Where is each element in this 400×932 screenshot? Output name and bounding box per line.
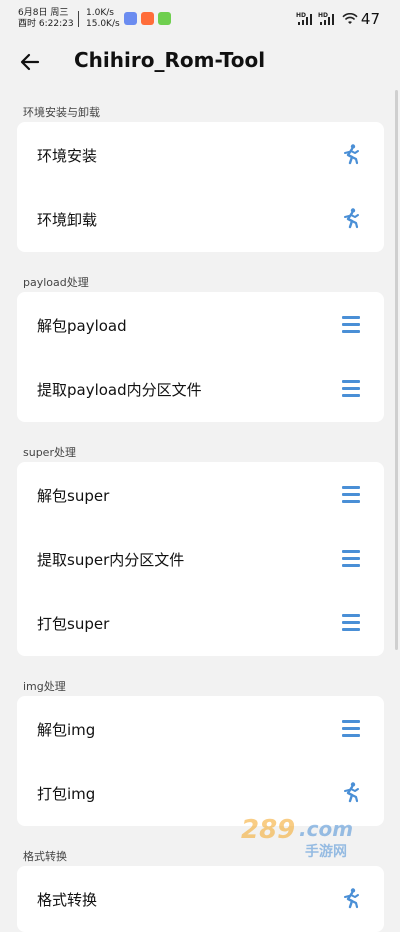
status-datetime: 6月8日 周三 酉时 6:22:23 — [18, 8, 74, 30]
battery-level: 47 — [360, 10, 380, 28]
list-item-label: 打包img — [37, 785, 96, 803]
section-title: payload处理 — [23, 276, 89, 289]
list-item-label: 解包img — [37, 721, 96, 739]
list-item[interactable]: 打包super — [17, 591, 384, 655]
list-item[interactable]: 提取super内分区文件 — [17, 527, 384, 591]
section-card: 解包super 提取super内分区文件 打包super — [17, 462, 384, 656]
running-person-icon — [344, 782, 359, 803]
list-item[interactable]: 格式转换 — [17, 867, 384, 931]
list-item[interactable]: 解包payload — [17, 293, 384, 357]
status-time: 酉时 6:22:23 — [18, 19, 74, 29]
list-item[interactable]: 解包super — [17, 463, 384, 527]
list-item-label: 环境安装 — [37, 147, 98, 165]
list-item[interactable]: 环境卸载 — [17, 187, 384, 251]
menu-icon — [340, 717, 362, 739]
menu-icon — [340, 483, 362, 505]
menu-icon — [340, 547, 362, 569]
status-bar: 6月8日 周三 酉时 6:22:23 1.0K/s 15.0K/s HD HD … — [0, 0, 400, 40]
list-item-label: 环境卸载 — [37, 211, 98, 229]
list-item-label: 打包super — [37, 615, 110, 633]
svg-text:.com: .com — [299, 817, 353, 841]
download-notification-icon — [158, 12, 171, 25]
status-divider — [78, 11, 79, 27]
svg-text:289: 289 — [241, 815, 295, 845]
list-item[interactable]: 提取payload内分区文件 — [17, 357, 384, 421]
page-title: Chihiro_Rom-Tool — [74, 48, 266, 72]
section-title: 格式转换 — [23, 850, 67, 863]
list-item-label: 解包payload — [37, 317, 127, 335]
section-card: 解包payload 提取payload内分区文件 — [17, 292, 384, 422]
list-item-label: 提取super内分区文件 — [37, 551, 185, 569]
svg-text:手游网: 手游网 — [305, 843, 347, 860]
network-speed: 1.0K/s 15.0K/s — [86, 8, 120, 30]
wifi-icon — [342, 13, 358, 24]
running-person-icon — [344, 208, 359, 229]
scrollbar[interactable] — [395, 90, 398, 650]
section-card: 解包img 打包img — [17, 696, 384, 826]
app-bar: Chihiro_Rom-Tool — [0, 40, 400, 84]
upload-speed: 1.0K/s — [86, 8, 114, 18]
list-item-label: 解包super — [37, 487, 110, 505]
status-date: 6月8日 周三 — [18, 8, 69, 18]
list-item[interactable]: 环境安装 — [17, 123, 384, 187]
running-person-icon — [344, 888, 359, 909]
signal-icon — [298, 14, 314, 25]
notification-app-icon — [141, 12, 154, 25]
site-watermark-logo: 289 .com 手游网 — [241, 815, 353, 860]
download-speed: 15.0K/s — [86, 19, 120, 29]
list-item-label: 提取payload内分区文件 — [37, 381, 202, 399]
list-item-label: 格式转换 — [37, 891, 98, 909]
list-item[interactable]: 解包img — [17, 697, 384, 761]
arrow-left-icon[interactable] — [16, 48, 44, 76]
section-title: super处理 — [23, 446, 76, 459]
running-person-icon — [344, 144, 359, 165]
menu-icon — [340, 611, 362, 633]
menu-icon — [340, 313, 362, 335]
menu-icon — [340, 377, 362, 399]
section-card: 格式转换 — [17, 866, 384, 932]
section-title: img处理 — [23, 680, 66, 693]
notification-app-icon — [124, 12, 137, 25]
signal-icon — [320, 14, 336, 25]
section-title: 环境安装与卸载 — [23, 106, 100, 119]
section-card: 环境安装 环境卸载 — [17, 122, 384, 252]
